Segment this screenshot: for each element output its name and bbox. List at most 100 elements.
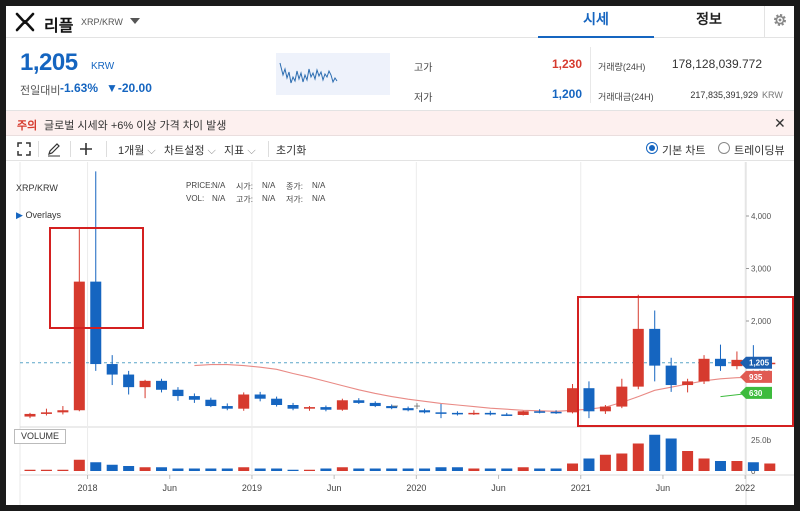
ohlc-close-label: 종가: — [286, 182, 303, 191]
candle-body — [501, 414, 513, 416]
volume-bar — [599, 454, 611, 471]
chart-settings-menu[interactable]: 차트설정 ⌵ — [164, 142, 216, 158]
volume-24h-label: 거래량(24H) — [598, 62, 646, 72]
volume-bar — [419, 468, 431, 471]
volume-bar — [287, 469, 299, 471]
fullscreen-icon[interactable] — [16, 141, 32, 157]
volume-bar — [336, 467, 348, 471]
candle-body — [188, 396, 200, 400]
volume-bar — [550, 468, 562, 471]
app-frame: 리플 XRP/KRW 시세 정보 1,205 KRW 전일대비 -1.63% ▼… — [6, 6, 794, 505]
change-percent: -1.63% — [60, 81, 99, 95]
volume-bar — [320, 468, 332, 471]
gear-icon[interactable] — [772, 12, 788, 28]
y-tick-label: 4,000 — [751, 212, 772, 221]
overlays-toggle[interactable]: ▶ Overlays — [16, 210, 61, 221]
chart-settings-label: 차트설정 — [164, 145, 205, 157]
chart-toolbar: 1개월 ⌵ 차트설정 ⌵ 지표 ⌵ 초기화 기본 차트 트레이딩뷰 — [6, 137, 794, 161]
candle-body — [616, 386, 628, 407]
xrp-logo-icon — [15, 12, 35, 32]
volume-24h-value: 178,128,039.772 — [671, 57, 762, 71]
volume-bar — [501, 468, 513, 471]
zoom-in-button[interactable]: + — [413, 399, 420, 413]
low-value: 1,200 — [551, 87, 582, 101]
tab-market[interactable]: 시세 — [538, 6, 654, 38]
volume-tick-label: 25.0b — [751, 436, 772, 445]
candle-body — [172, 389, 184, 397]
basic-chart-radio[interactable] — [646, 142, 658, 154]
volume-button[interactable]: VOLUME — [14, 429, 66, 444]
coin-select-dropdown-icon[interactable] — [130, 18, 140, 24]
warning-tag: 주의 — [17, 120, 38, 132]
indicators-menu[interactable]: 지표 ⌵ — [224, 142, 256, 158]
candle-body — [254, 394, 266, 399]
x-tick-label: Jun — [656, 483, 671, 493]
crosshair-icon[interactable] — [78, 141, 94, 157]
volume-bar — [353, 468, 365, 471]
ma-badge-text: 630 — [749, 389, 763, 398]
volume-bar — [57, 469, 69, 471]
ohlc-low-label: 저가: — [286, 195, 303, 204]
low-label: 저가 — [414, 93, 433, 104]
volume-bar — [583, 458, 595, 471]
ohlc-vol-label: VOL: — [186, 194, 205, 203]
candle-body — [24, 413, 36, 417]
chevron-down-icon: ⌵ — [207, 145, 216, 157]
toolbar-divider — [268, 141, 269, 157]
volume-bar — [123, 466, 135, 471]
candle-body — [698, 358, 710, 382]
volume-bar — [632, 443, 644, 471]
volume-bar — [567, 463, 579, 471]
candle-body — [320, 407, 332, 410]
zoom-out-button[interactable]: − — [391, 399, 398, 413]
ohlc-price-value: N/A — [212, 181, 226, 190]
volume-bar — [188, 468, 200, 471]
candle-body — [534, 411, 546, 413]
x-tick-label: Jun — [327, 483, 342, 493]
sparkline-chart — [276, 53, 390, 95]
volume-bar — [468, 468, 480, 471]
tab-info[interactable]: 정보 — [654, 6, 764, 38]
candle-body — [123, 374, 135, 388]
candle-body — [353, 400, 365, 403]
coin-header: 리플 XRP/KRW 시세 정보 — [6, 6, 794, 38]
candle-body — [57, 410, 69, 413]
amount-24h-label: 거래대금(24H) — [598, 92, 654, 102]
candle-body — [484, 412, 496, 415]
ohlc-vol-value: N/A — [212, 194, 226, 203]
volume-bar — [369, 468, 381, 471]
draw-pencil-icon[interactable] — [46, 141, 62, 157]
volume-bar — [517, 467, 529, 471]
y-tick-label: 2,000 — [751, 317, 772, 326]
candle-body — [40, 412, 52, 414]
candle-body — [419, 410, 431, 413]
price-unit: KRW — [91, 61, 115, 72]
warning-message: 글로벌 시세와 +6% 이상 가격 차이 발생 — [44, 120, 227, 132]
candle-body — [649, 328, 661, 366]
triangle-right-icon: ▶ — [16, 210, 23, 220]
price-chart[interactable]: 2018Jun2019Jun2020Jun2021Jun20221,0002,0… — [6, 162, 794, 505]
volume-bar — [205, 468, 217, 471]
ohlc-price-label: PRICE: — [186, 181, 213, 190]
candle-body — [303, 407, 315, 409]
candle-body — [599, 406, 611, 412]
volume-bar — [139, 467, 151, 471]
period-select[interactable]: 1개월 ⌵ — [118, 142, 156, 158]
candlestick-chart[interactable]: 2018Jun2019Jun2020Jun2021Jun20221,0002,0… — [6, 162, 794, 505]
price-summary: 1,205 KRW 전일대비 -1.63% ▼-20.00 고가 1,230 저… — [6, 39, 794, 111]
close-icon[interactable]: ✕ — [774, 115, 786, 132]
indicators-label: 지표 — [224, 145, 245, 157]
header-divider — [764, 6, 765, 38]
volume-bar — [303, 469, 315, 471]
x-tick-label: 2020 — [406, 483, 426, 493]
high-value: 1,230 — [551, 57, 582, 71]
coin-name: 리플 — [44, 18, 74, 35]
tradingview-radio[interactable] — [718, 142, 730, 154]
volume-bar — [616, 453, 628, 471]
candle-body — [451, 412, 463, 415]
overlays-label: Overlays — [25, 210, 61, 220]
reset-button[interactable]: 초기화 — [276, 142, 306, 158]
candle-body — [271, 398, 283, 405]
volume-bar — [40, 469, 52, 471]
candle-body — [517, 411, 529, 415]
